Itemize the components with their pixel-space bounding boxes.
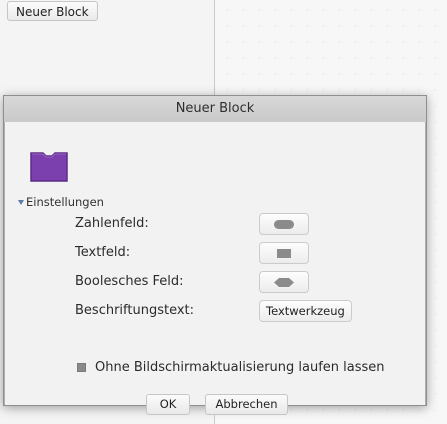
text-tool-button[interactable]: Textwerkzeug [259, 300, 352, 322]
run-without-refresh-checkbox[interactable] [77, 363, 86, 372]
block-category-icon[interactable] [28, 150, 70, 184]
app-root: Neuer Block Neuer Block Einstellungen Za… [0, 0, 447, 424]
ok-button[interactable]: OK [146, 394, 190, 415]
dialog-body: Einstellungen Zahlenfeld: Textfeld: Bool… [4, 122, 426, 415]
number-input-label: Zahlenfeld: [75, 216, 149, 231]
rounded-slot-icon [274, 219, 294, 229]
new-block-button[interactable]: Neuer Block [7, 1, 98, 21]
add-number-input-button[interactable] [259, 213, 309, 235]
new-block-dialog: Neuer Block Einstellungen Zahlenfeld: Te… [3, 95, 427, 415]
rect-slot-icon [277, 248, 291, 258]
boolean-input-label: Boolesches Feld: [75, 274, 184, 289]
settings-toggle[interactable]: Einstellungen [18, 195, 104, 209]
run-without-refresh-option[interactable]: Ohne Bildschirmaktualisierung laufen las… [77, 360, 385, 375]
expand-triangle-icon [18, 199, 24, 205]
add-boolean-input-button[interactable] [259, 271, 309, 293]
add-text-input-button[interactable] [259, 242, 309, 264]
cancel-button[interactable]: Abbrechen [205, 394, 288, 415]
run-without-refresh-label: Ohne Bildschirmaktualisierung laufen las… [95, 360, 385, 375]
dialog-title[interactable]: Neuer Block [4, 96, 426, 123]
hexagon-slot-icon [274, 277, 294, 287]
settings-label: Einstellungen [26, 195, 104, 209]
caption-label: Beschriftungstext: [75, 303, 195, 318]
text-input-label: Textfeld: [75, 245, 131, 260]
